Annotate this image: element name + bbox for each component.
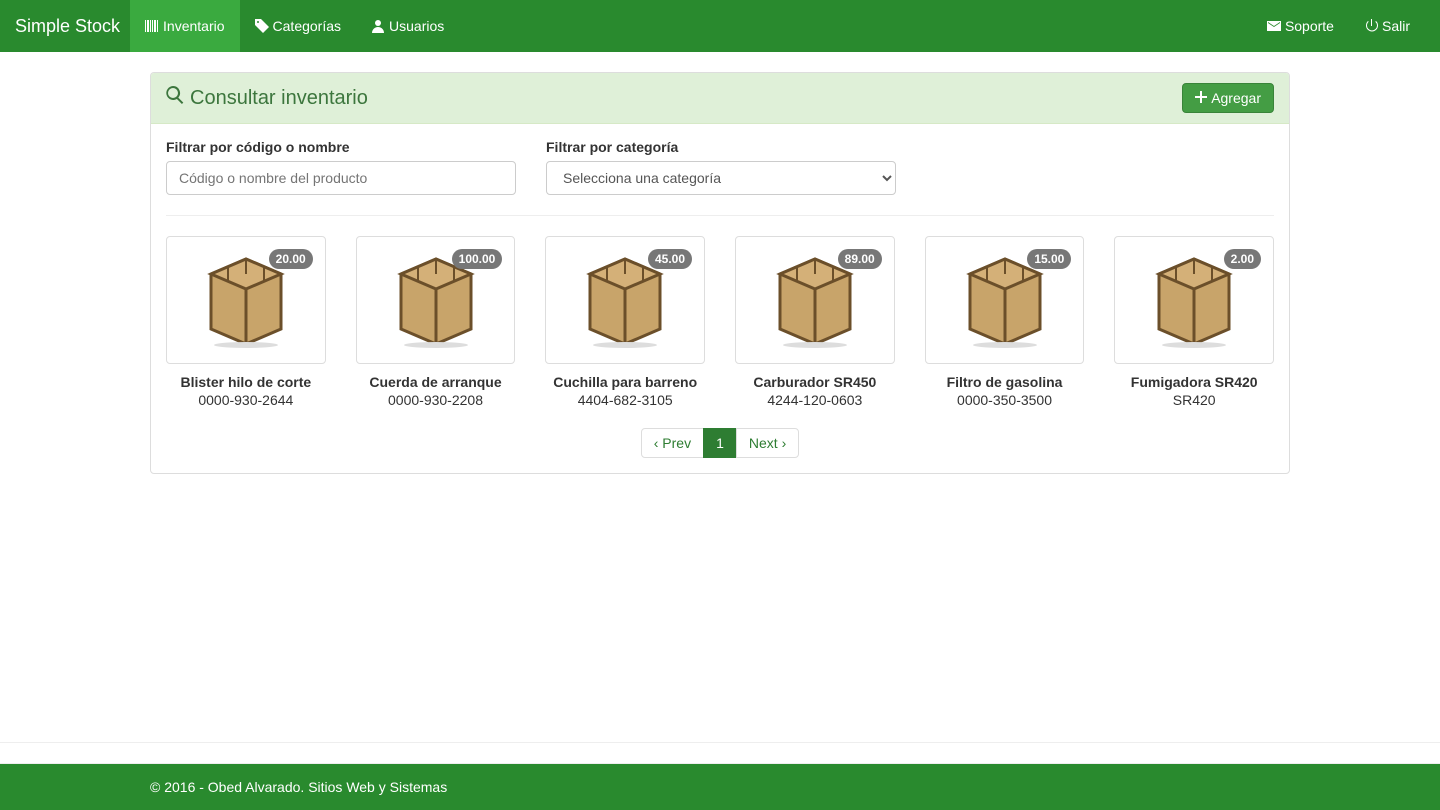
nav-users-label: Usuarios [389,18,444,34]
nav-categories-label: Categorías [273,18,341,34]
add-button-label: Agregar [1211,90,1261,106]
product-thumbnail: 15.00 [925,236,1085,364]
panel-title: Consultar inventario [166,86,368,110]
page-prev[interactable]: ‹ Prev [641,428,704,458]
product-code: 4244-120-0603 [735,392,895,408]
filter-code-input[interactable] [166,161,516,195]
footer: © 2016 - Obed Alvarado. Sitios Web y Sis… [0,763,1440,810]
page-next[interactable]: Next › [736,428,799,458]
pagination: ‹ Prev 1 Next › [166,428,1274,458]
product-name: Cuchilla para barreno [545,374,705,390]
product-card[interactable]: 2.00 Fumigadora SR420 SR420 [1114,236,1274,408]
qty-badge: 20.00 [269,249,313,269]
product-name: Filtro de gasolina [925,374,1085,390]
product-thumbnail: 89.00 [735,236,895,364]
products-grid: 20.00 Blister hilo de corte 0000-930-264… [166,236,1274,408]
nav-support-label: Soporte [1285,18,1334,34]
product-card[interactable]: 15.00 Filtro de gasolina 0000-350-3500 [925,236,1085,408]
filter-category-group: Filtrar por categoría Selecciona una cat… [546,139,896,195]
product-card[interactable]: 89.00 Carburador SR450 4244-120-0603 [735,236,895,408]
envelope-icon [1267,19,1281,33]
product-name: Cuerda de arranque [356,374,516,390]
product-card[interactable]: 100.00 Cuerda de arranque 0000-930-2208 [356,236,516,408]
filter-category-label: Filtrar por categoría [546,139,896,155]
main-container: Consultar inventario Agregar Filtrar por… [150,72,1290,682]
search-icon [166,86,184,110]
tags-icon [255,19,269,33]
product-code: 0000-930-2208 [356,392,516,408]
user-icon [371,19,385,33]
product-thumbnail: 20.00 [166,236,326,364]
product-code: SR420 [1114,392,1274,408]
nav-inventory-label: Inventario [163,18,224,34]
power-icon [1364,19,1378,33]
qty-badge: 100.00 [452,249,503,269]
page-current[interactable]: 1 [703,428,737,458]
qty-badge: 45.00 [648,249,692,269]
filter-code-group: Filtrar por código o nombre [166,139,516,195]
navbar: Simple Stock Inventario Categorías Usuar… [0,0,1440,52]
nav-inventory[interactable]: Inventario [130,0,239,52]
filter-category-select[interactable]: Selecciona una categoría [546,161,896,195]
product-code: 0000-350-3500 [925,392,1085,408]
nav-support[interactable]: Soporte [1252,0,1349,52]
nav-left: Inventario Categorías Usuarios [130,0,459,52]
panel-body: Filtrar por código o nombre Filtrar por … [151,124,1289,473]
product-name: Fumigadora SR420 [1114,374,1274,390]
product-name: Carburador SR450 [735,374,895,390]
qty-badge: 89.00 [838,249,882,269]
qty-badge: 15.00 [1027,249,1071,269]
filter-row: Filtrar por código o nombre Filtrar por … [166,139,1274,195]
plus-icon [1195,90,1207,106]
add-button[interactable]: Agregar [1182,83,1274,113]
product-code: 4404-682-3105 [545,392,705,408]
divider [166,215,1274,216]
product-name: Blister hilo de corte [166,374,326,390]
product-code: 0000-930-2644 [166,392,326,408]
inventory-panel: Consultar inventario Agregar Filtrar por… [150,72,1290,474]
product-thumbnail: 100.00 [356,236,516,364]
panel-heading: Consultar inventario Agregar [151,73,1289,124]
panel-title-text: Consultar inventario [190,87,368,110]
product-thumbnail: 2.00 [1114,236,1274,364]
product-card[interactable]: 20.00 Blister hilo de corte 0000-930-264… [166,236,326,408]
footer-text: © 2016 - Obed Alvarado. Sitios Web y Sis… [150,779,1290,795]
filter-code-label: Filtrar por código o nombre [166,139,516,155]
footer-separator [0,742,1440,743]
product-card[interactable]: 45.00 Cuchilla para barreno 4404-682-310… [545,236,705,408]
nav-users[interactable]: Usuarios [356,0,459,52]
product-thumbnail: 45.00 [545,236,705,364]
nav-categories[interactable]: Categorías [240,0,356,52]
nav-logout[interactable]: Salir [1349,0,1425,52]
qty-badge: 2.00 [1224,249,1261,269]
nav-logout-label: Salir [1382,18,1410,34]
nav-right: Soporte Salir [1252,0,1425,52]
brand-logo[interactable]: Simple Stock [15,16,130,37]
barcode-icon [145,19,159,33]
